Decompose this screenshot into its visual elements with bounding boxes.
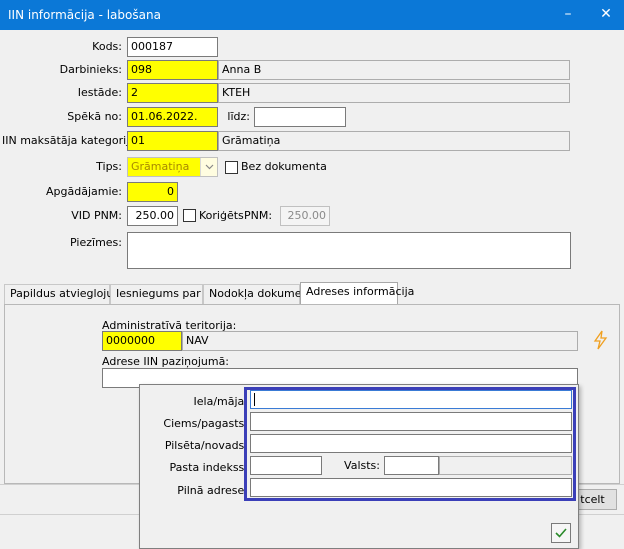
kategorija-label: IIN maksātāja kategorija:	[2, 134, 140, 147]
pasta-label: Pasta indekss:	[169, 461, 248, 474]
kategorija-name-field: Grāmatiņa	[218, 131, 570, 151]
pilna-field[interactable]	[250, 478, 572, 497]
piezimes-textarea[interactable]	[127, 232, 571, 269]
iestade-name-field: KTEH	[218, 83, 570, 103]
chevron-down-icon[interactable]	[200, 158, 217, 176]
tips-label: Tips:	[96, 160, 122, 173]
apgadajamie-field[interactable]: 0	[127, 182, 178, 202]
darbinieks-name-field: Anna B	[218, 60, 570, 80]
lidz-date-field[interactable]	[254, 107, 346, 127]
koriģets-label: Koriģēts	[199, 209, 244, 222]
iestade-label: Iestāde:	[77, 86, 122, 99]
vid-pnm-field[interactable]: 250.00	[127, 206, 178, 226]
bez-dokumenta-label: Bez dokumenta	[241, 160, 327, 173]
kods-field[interactable]: 000187	[127, 37, 218, 57]
close-button[interactable]: ✕	[596, 6, 616, 24]
pilseta-label: Pilsēta/novads:	[164, 439, 248, 452]
vid-pnm-label: VID PNM:	[71, 209, 122, 222]
apgadajamie-label: Apgādājamie:	[46, 185, 122, 198]
bez-dokumenta-checkbox[interactable]	[225, 161, 238, 174]
iela-label: Iela/māja:	[193, 395, 248, 408]
tips-select[interactable]: Grāmatiņa	[127, 157, 218, 177]
valsts-code-field[interactable]	[384, 456, 439, 475]
tab-papildus-atvieglojumi[interactable]: Papildus atvieglojumi	[4, 284, 127, 304]
ciems-field[interactable]	[250, 412, 572, 431]
pasta-field[interactable]	[250, 456, 322, 475]
title-bar: IIN informācija - labošana – ✕	[0, 0, 624, 30]
window-title: IIN informācija - labošana	[8, 8, 161, 22]
tab-adreses-informacija[interactable]: Adreses informācija	[300, 282, 414, 305]
territory-name-field: NAV	[182, 331, 578, 351]
territory-code-field[interactable]: 0000000	[102, 331, 182, 351]
darbinieks-label: Darbinieks:	[59, 63, 122, 76]
pnm-label: PNM:	[244, 209, 273, 222]
kods-label: Kods:	[92, 40, 122, 53]
tab-strip: Papildus atvieglojumi Iesniegums par % N…	[4, 282, 620, 305]
text-cursor	[254, 393, 255, 406]
pilseta-field[interactable]	[250, 434, 572, 453]
tips-select-value: Grāmatiņa	[131, 160, 190, 173]
koriģets-checkbox[interactable]	[183, 209, 196, 222]
valsts-name-field	[439, 456, 572, 475]
speka-date-field[interactable]: 01.06.2022.	[127, 107, 218, 127]
lightning-icon[interactable]	[592, 330, 610, 350]
piezimes-label: Piezīmes:	[70, 236, 122, 249]
kategorija-code-field[interactable]: 01	[127, 131, 218, 151]
valsts-label: Valsts:	[344, 459, 380, 472]
tab-iesniegums[interactable]: Iesniegums par %	[110, 284, 215, 304]
iestade-code-field[interactable]: 2	[127, 83, 218, 103]
speka-label: Spēkā no:	[67, 110, 122, 123]
pnm-field: 250.00	[280, 206, 330, 226]
darbinieks-code-field[interactable]: 098	[127, 60, 218, 80]
pilna-label: Pilnā adrese:	[177, 484, 248, 497]
lidz-label: līdz:	[227, 110, 250, 123]
tab-nodokla-dokuments[interactable]: Nodokļa dokuments	[203, 284, 319, 304]
ciems-label: Ciems/pagasts:	[163, 417, 248, 430]
iela-field[interactable]	[250, 390, 572, 409]
minimize-button[interactable]: –	[558, 6, 578, 24]
ok-button[interactable]	[551, 523, 571, 543]
